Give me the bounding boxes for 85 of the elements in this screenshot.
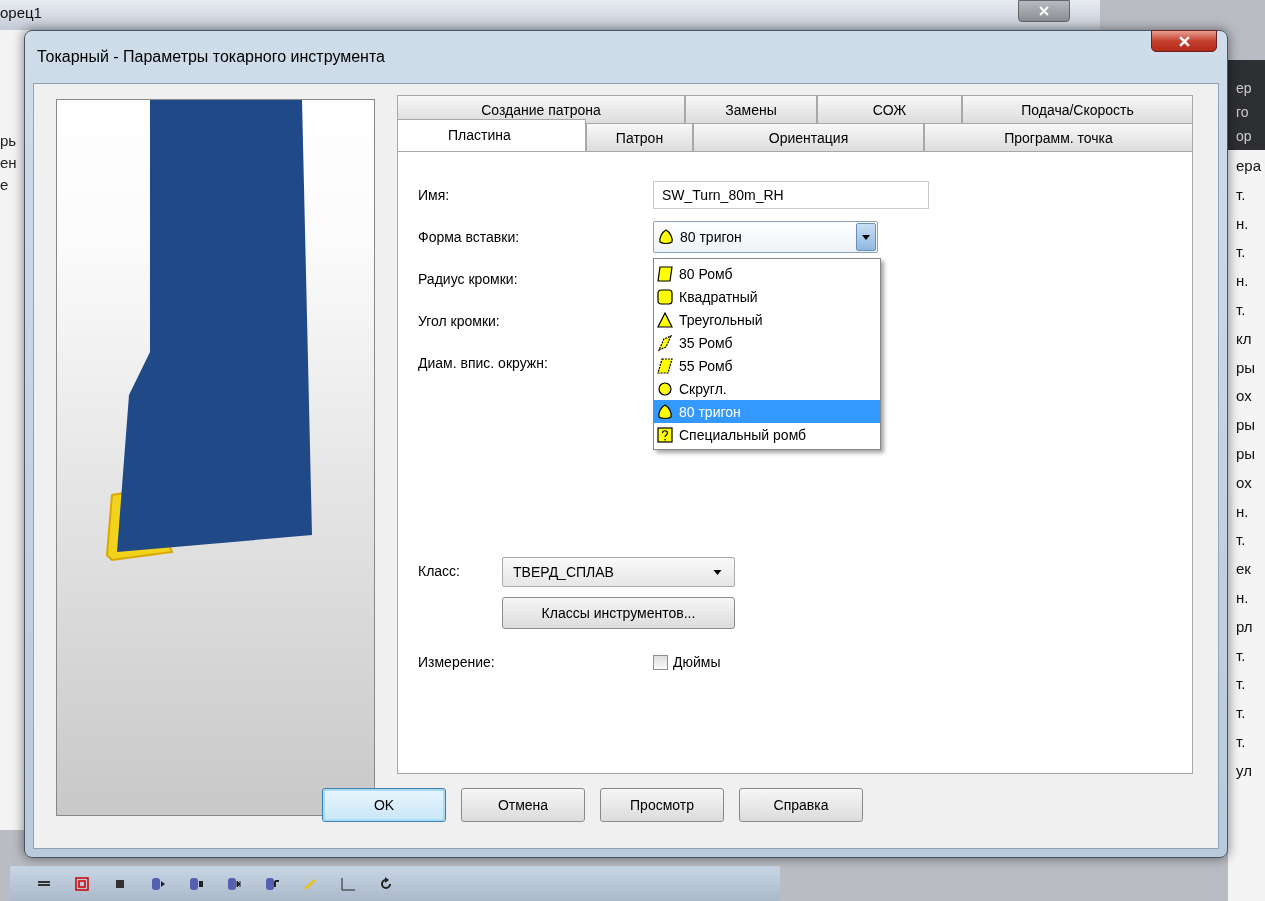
- list-item-text: ры: [1236, 443, 1257, 464]
- cylinder-icon[interactable]: [150, 875, 166, 892]
- list-item-text: т.: [1236, 300, 1247, 320]
- list-item-text: т.: [1236, 731, 1247, 752]
- list-item-text: т.: [1236, 674, 1247, 695]
- dropdown-option[interactable]: Квадратный: [654, 285, 880, 308]
- tab[interactable]: Создание патрона: [397, 95, 685, 123]
- list-item-text: т.: [1236, 184, 1247, 205]
- caret-icon: [713, 569, 722, 575]
- dropdown-option[interactable]: 55 Ромб: [654, 354, 880, 377]
- tab[interactable]: Ориентация: [693, 123, 924, 151]
- dialog-button[interactable]: OK: [322, 788, 446, 822]
- close-icon: [1039, 6, 1049, 16]
- rhombus-icon: [657, 265, 673, 282]
- tab[interactable]: Замены: [685, 95, 817, 123]
- list-item-text: рь: [0, 131, 18, 151]
- window-title: орец1: [0, 4, 42, 21]
- list-item-text: т.: [1236, 703, 1247, 724]
- close-button[interactable]: [1018, 0, 1070, 22]
- field-label: Имя:: [418, 187, 451, 203]
- caret-icon: [862, 234, 870, 240]
- name-field[interactable]: SW_Turn_80m_RH: [653, 181, 929, 209]
- target-square-icon[interactable]: [74, 875, 90, 892]
- header-text: ор: [1236, 127, 1253, 146]
- list-item-text: ул: [1236, 760, 1253, 781]
- header-text: ер: [1236, 79, 1253, 98]
- dropdown-button[interactable]: [856, 223, 876, 251]
- list-item-text: т.: [1236, 242, 1247, 263]
- list-item-text: ен: [0, 153, 18, 173]
- checkbox[interactable]: [653, 654, 668, 670]
- list-item-text: кл: [1236, 328, 1253, 349]
- cylinder-icon[interactable]: [226, 875, 242, 892]
- list-item-text: рл: [1236, 616, 1254, 637]
- checkbox-label[interactable]: Дюймы: [673, 654, 721, 670]
- cylinder-icon[interactable]: [188, 875, 204, 892]
- list-item-text: н.: [1236, 213, 1250, 234]
- list-item-text: ек: [1236, 559, 1252, 580]
- close-button[interactable]: [1151, 30, 1217, 52]
- dialog-button[interactable]: Отмена: [461, 788, 585, 822]
- dialog-button[interactable]: Справка: [739, 788, 863, 822]
- list-item-text: т.: [1236, 645, 1247, 666]
- list-item-text: н.: [1236, 271, 1250, 292]
- list-item-text: ера: [1236, 156, 1263, 176]
- rounded-square-icon: [657, 288, 673, 305]
- field-label: Угол кромки:: [418, 313, 501, 329]
- dropdown-option[interactable]: 80 Ромб: [654, 262, 880, 285]
- close-icon: [1178, 35, 1190, 47]
- field-label: Форма вставки:: [418, 229, 521, 245]
- field-label: Измерение:: [418, 654, 496, 670]
- shape-dropdown[interactable]: 80 тригон: [653, 221, 878, 253]
- list-item-text: ох: [1236, 472, 1253, 493]
- rhombus-icon: [657, 334, 673, 351]
- list-item-text: ры: [1236, 415, 1257, 436]
- dropdown-option[interactable]: Треугольный: [654, 308, 880, 331]
- list-item-text: н.: [1236, 587, 1250, 608]
- list-item-text: ох: [1236, 386, 1253, 407]
- triangle-icon: [657, 311, 673, 328]
- dialog-title: Токарный - Параметры токарного инструмента: [37, 48, 385, 66]
- list-item-text: е: [0, 175, 10, 195]
- rotate-icon[interactable]: [378, 875, 394, 892]
- selected-value: 80 тригон: [680, 229, 742, 245]
- field-label: Класс:: [418, 562, 461, 579]
- tab[interactable]: Подача/Скорость: [962, 95, 1193, 123]
- trigon-icon: [657, 403, 673, 420]
- tab[interactable]: СОЖ: [817, 95, 962, 123]
- tab[interactable]: Пластина: [397, 119, 586, 151]
- tab[interactable]: Патрон: [586, 123, 693, 151]
- list-item-text: ры: [1236, 357, 1257, 378]
- list-item-text: т.: [1236, 530, 1247, 551]
- rhombus-icon: [657, 357, 673, 374]
- class-dropdown[interactable]: ТВЕРД_СПЛАВ: [502, 557, 735, 587]
- corner-line-icon[interactable]: [340, 875, 356, 892]
- list-item-text: н.: [1236, 501, 1250, 522]
- tab[interactable]: Программ. точка: [924, 123, 1193, 151]
- field-label: Радиус кромки:: [418, 271, 519, 287]
- dialog-button[interactable]: Просмотр: [600, 788, 724, 822]
- dropdown-option[interactable]: Специальный ромб: [654, 423, 880, 446]
- circle-icon: [657, 380, 673, 397]
- tool-classes-button[interactable]: Классы инструментов...: [502, 597, 735, 629]
- header-text: го: [1236, 103, 1250, 122]
- cylinder-icon[interactable]: [264, 875, 280, 892]
- dropdown-option[interactable]: 35 Ромб: [654, 331, 880, 354]
- field-label: Диам. впис. окружн:: [418, 355, 549, 371]
- question-mark-icon: [657, 426, 673, 443]
- dropdown-option[interactable]: Скругл.: [654, 377, 880, 400]
